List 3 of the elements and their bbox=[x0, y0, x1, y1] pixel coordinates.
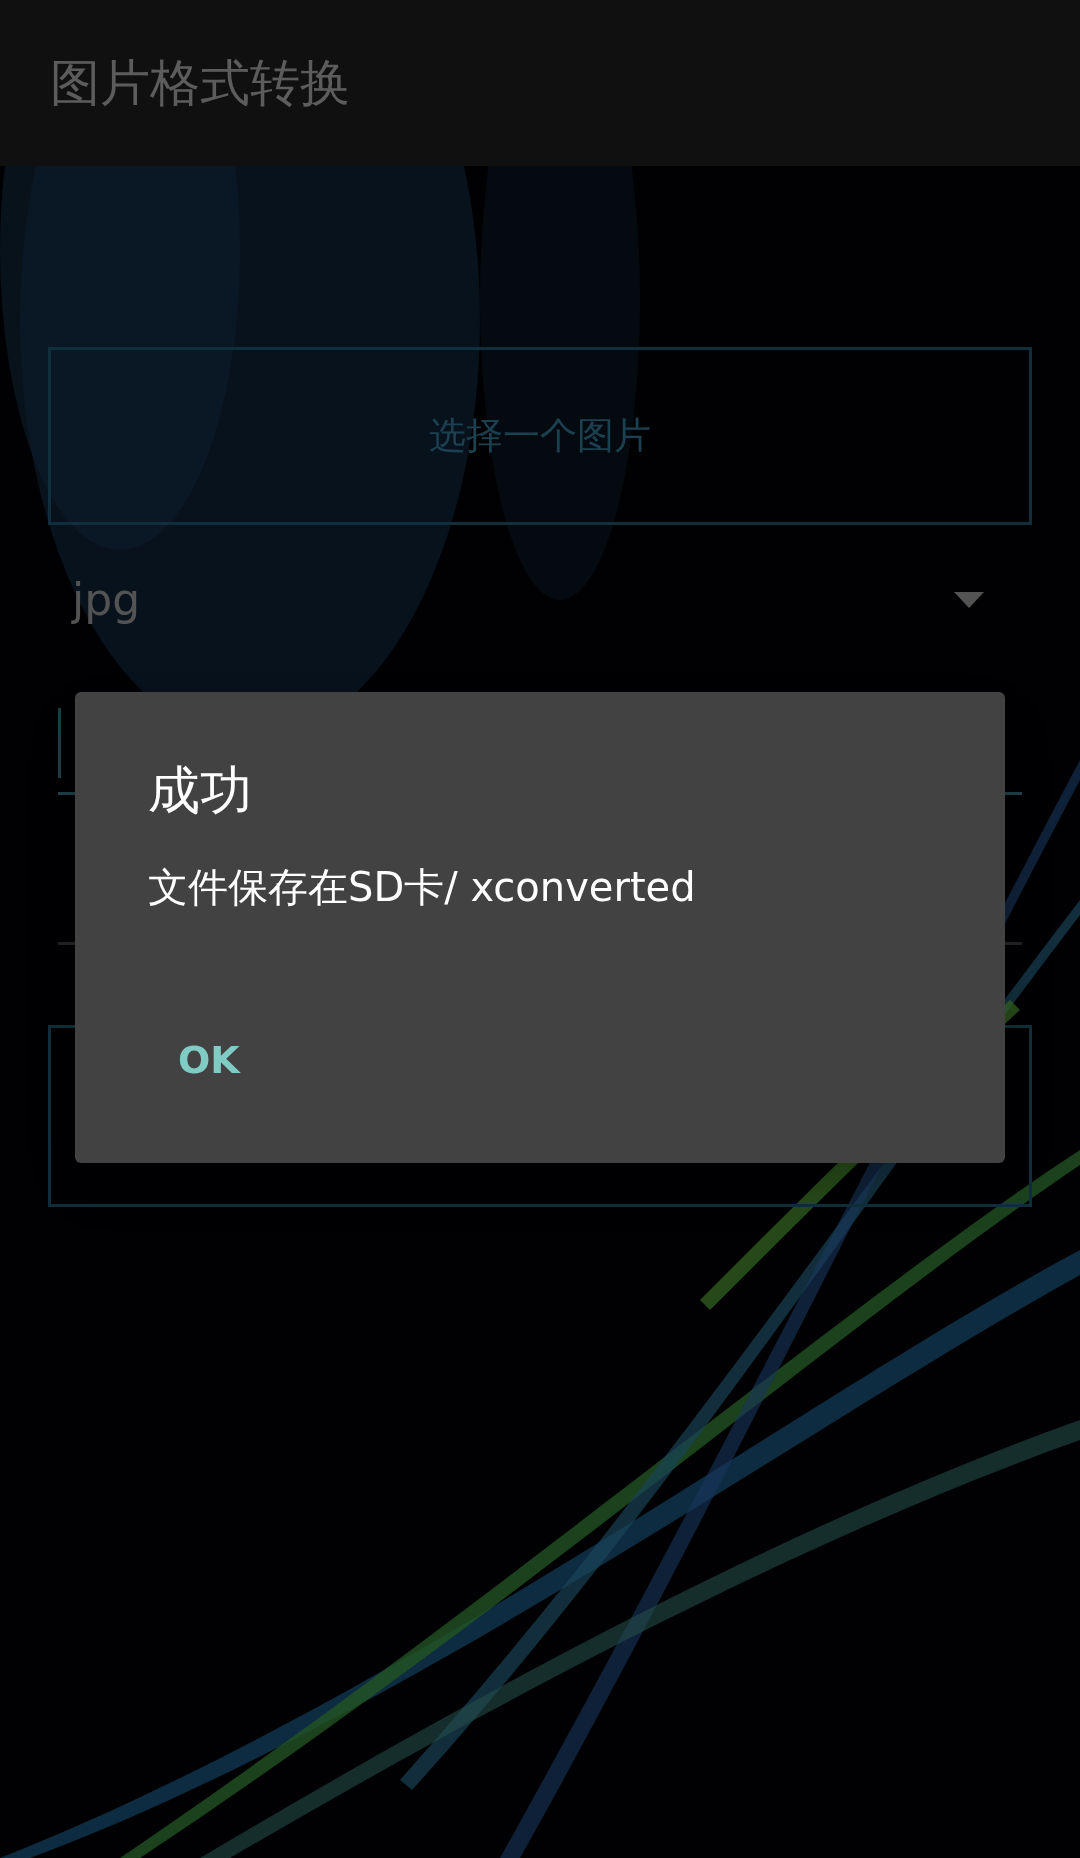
dialog-title: 成功 bbox=[148, 759, 253, 822]
dialog-message: 文件保存在SD卡/ xconverted bbox=[148, 863, 697, 912]
app-title: 图片格式转换 bbox=[50, 52, 350, 114]
